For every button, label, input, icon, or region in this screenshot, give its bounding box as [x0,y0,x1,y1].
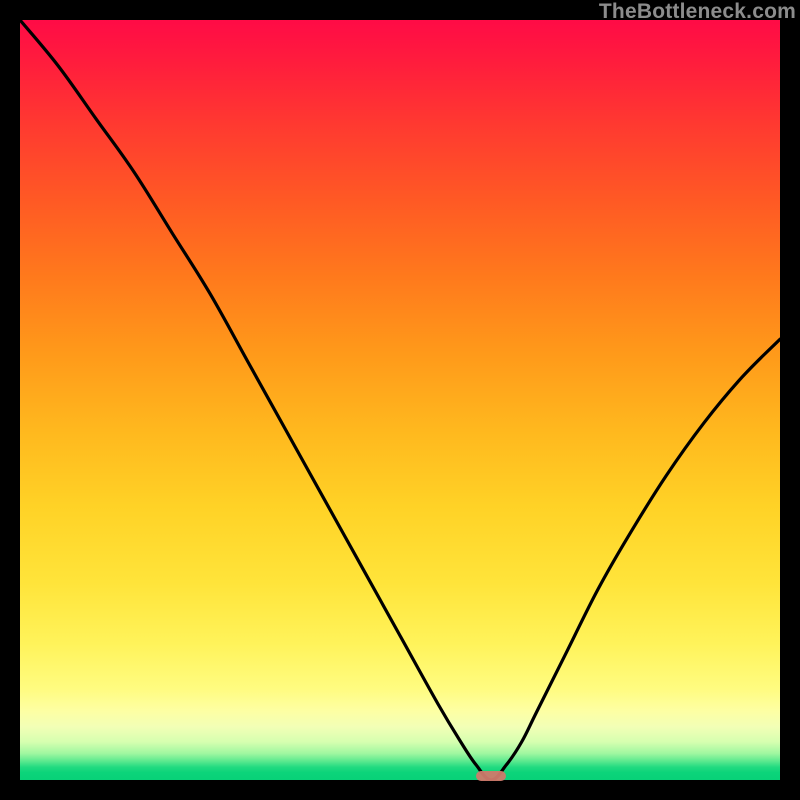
curve-layer [20,20,780,780]
optimal-marker [476,771,506,781]
bottleneck-curve [20,20,780,780]
chart-frame: TheBottleneck.com [0,0,800,800]
plot-area [20,20,780,780]
